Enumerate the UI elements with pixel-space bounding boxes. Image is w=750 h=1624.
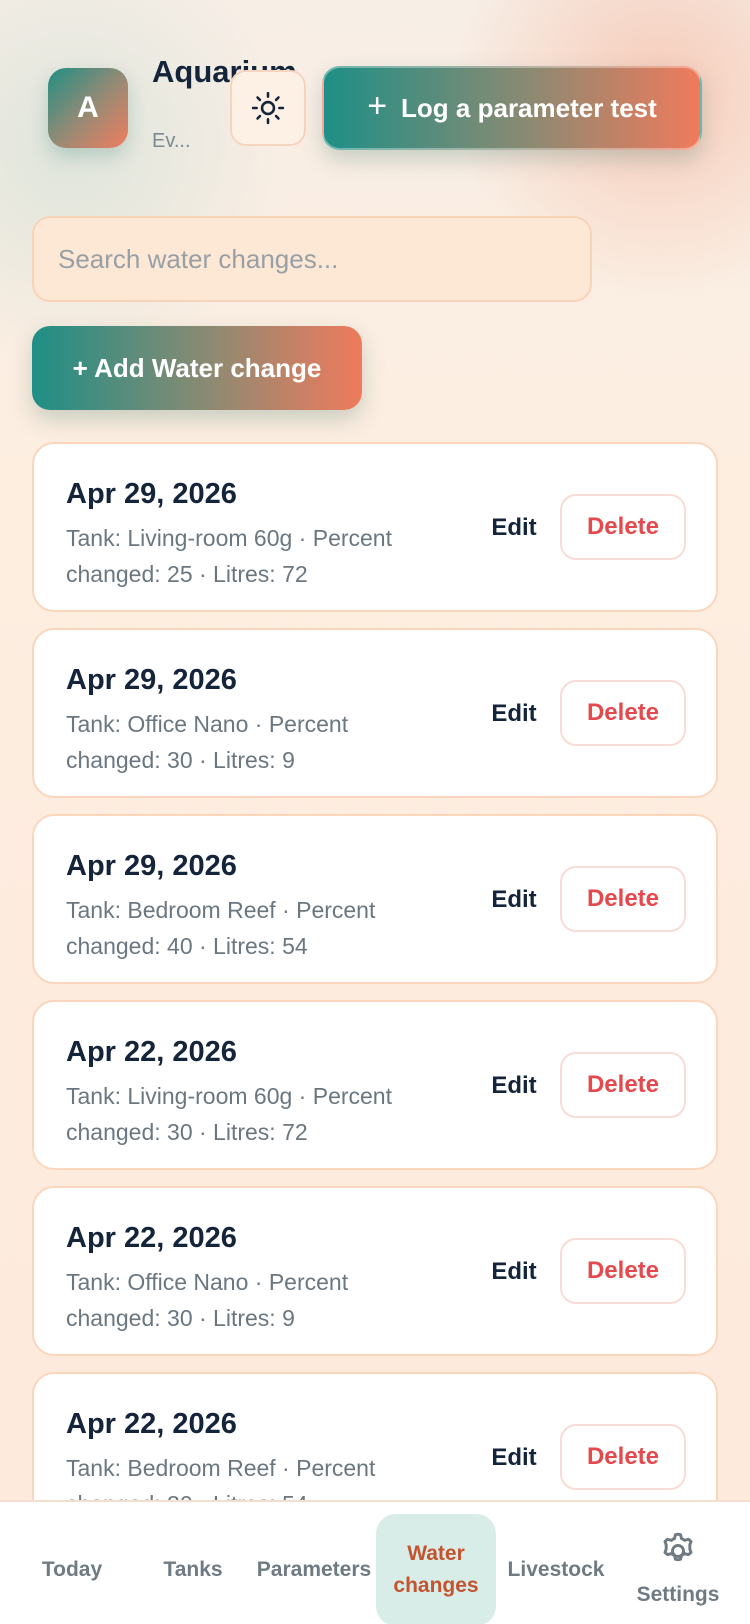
list-item: Apr 22, 2026 Tank: Office Nano · Percent… — [32, 1186, 718, 1356]
delete-button[interactable]: Delete — [560, 680, 686, 746]
entry-date: Apr 22, 2026 — [66, 1408, 237, 1440]
tab-parameters[interactable]: Parameters — [252, 1514, 376, 1624]
entry-detail: Tank: Office Nano · Percent changed: 30 … — [66, 1269, 349, 1331]
tab-label: Parameters — [256, 1558, 372, 1581]
entry-detail: Tank: Office Nano · Percent changed: 30 … — [66, 711, 349, 773]
bottom-tab-bar: Today Tanks Parameters Water changes Liv… — [0, 1500, 750, 1624]
delete-button[interactable]: Delete — [560, 1052, 686, 1118]
tab-label-line1: Water — [407, 1542, 465, 1565]
avatar[interactable]: A — [48, 68, 128, 148]
entry-date: Apr 29, 2026 — [66, 850, 237, 882]
list-item: Apr 29, 2026 Tank: Bedroom Reef · Percen… — [32, 814, 718, 984]
entry-date: Apr 22, 2026 — [66, 1222, 237, 1254]
list-item: Apr 29, 2026 Tank: Living-room 60g · Per… — [32, 442, 718, 612]
plus-icon: + — [367, 87, 388, 125]
water-change-list: Apr 29, 2026 Tank: Living-room 60g · Per… — [32, 442, 718, 1558]
theme-toggle-button[interactable] — [230, 70, 306, 146]
tab-label-line2: changes — [393, 1574, 479, 1597]
tab-today[interactable]: Today — [12, 1514, 132, 1624]
edit-button[interactable]: Edit — [474, 1432, 554, 1484]
tab-settings[interactable]: Settings — [616, 1514, 740, 1624]
delete-button[interactable]: Delete — [560, 1424, 686, 1490]
edit-button[interactable]: Edit — [474, 1060, 554, 1112]
search-input[interactable] — [32, 216, 592, 302]
edit-button[interactable]: Edit — [474, 874, 554, 926]
entry-date: Apr 29, 2026 — [66, 478, 237, 510]
delete-button[interactable]: Delete — [560, 1238, 686, 1304]
tab-label: Settings — [636, 1583, 720, 1606]
edit-button[interactable]: Edit — [474, 502, 554, 554]
edit-button[interactable]: Edit — [474, 1246, 554, 1298]
entry-date: Apr 29, 2026 — [66, 664, 237, 696]
app-subtitle: Ev... — [152, 130, 191, 152]
delete-button[interactable]: Delete — [560, 494, 686, 560]
tab-label: Tanks — [163, 1558, 223, 1581]
tab-livestock[interactable]: Livestock — [498, 1514, 614, 1624]
add-water-change-button[interactable]: + Add Water change — [32, 326, 362, 410]
tab-tanks[interactable]: Tanks — [134, 1514, 252, 1624]
entry-date: Apr 22, 2026 — [66, 1036, 237, 1068]
list-item: Apr 22, 2026 Tank: Living-room 60g · Per… — [32, 1000, 718, 1170]
entry-detail: Tank: Living-room 60g · Percent changed:… — [66, 525, 392, 587]
entry-detail: Tank: Living-room 60g · Percent changed:… — [66, 1083, 392, 1145]
edit-button[interactable]: Edit — [474, 688, 554, 740]
tab-label: Today — [41, 1558, 103, 1581]
list-item: Apr 29, 2026 Tank: Office Nano · Percent… — [32, 628, 718, 798]
gear-icon — [663, 1532, 693, 1562]
tab-water-changes[interactable]: Water changes — [376, 1514, 496, 1624]
sun-icon — [251, 91, 285, 125]
log-button-label: Log a parameter test — [401, 92, 657, 123]
delete-button[interactable]: Delete — [560, 866, 686, 932]
tab-label: Livestock — [507, 1558, 605, 1581]
app-header: A Aquarium Log Ev... + Log a parameter t… — [0, 0, 750, 200]
log-parameter-test-button[interactable]: + Log a parameter test — [322, 66, 702, 150]
entry-detail: Tank: Bedroom Reef · Percent changed: 40… — [66, 897, 376, 959]
